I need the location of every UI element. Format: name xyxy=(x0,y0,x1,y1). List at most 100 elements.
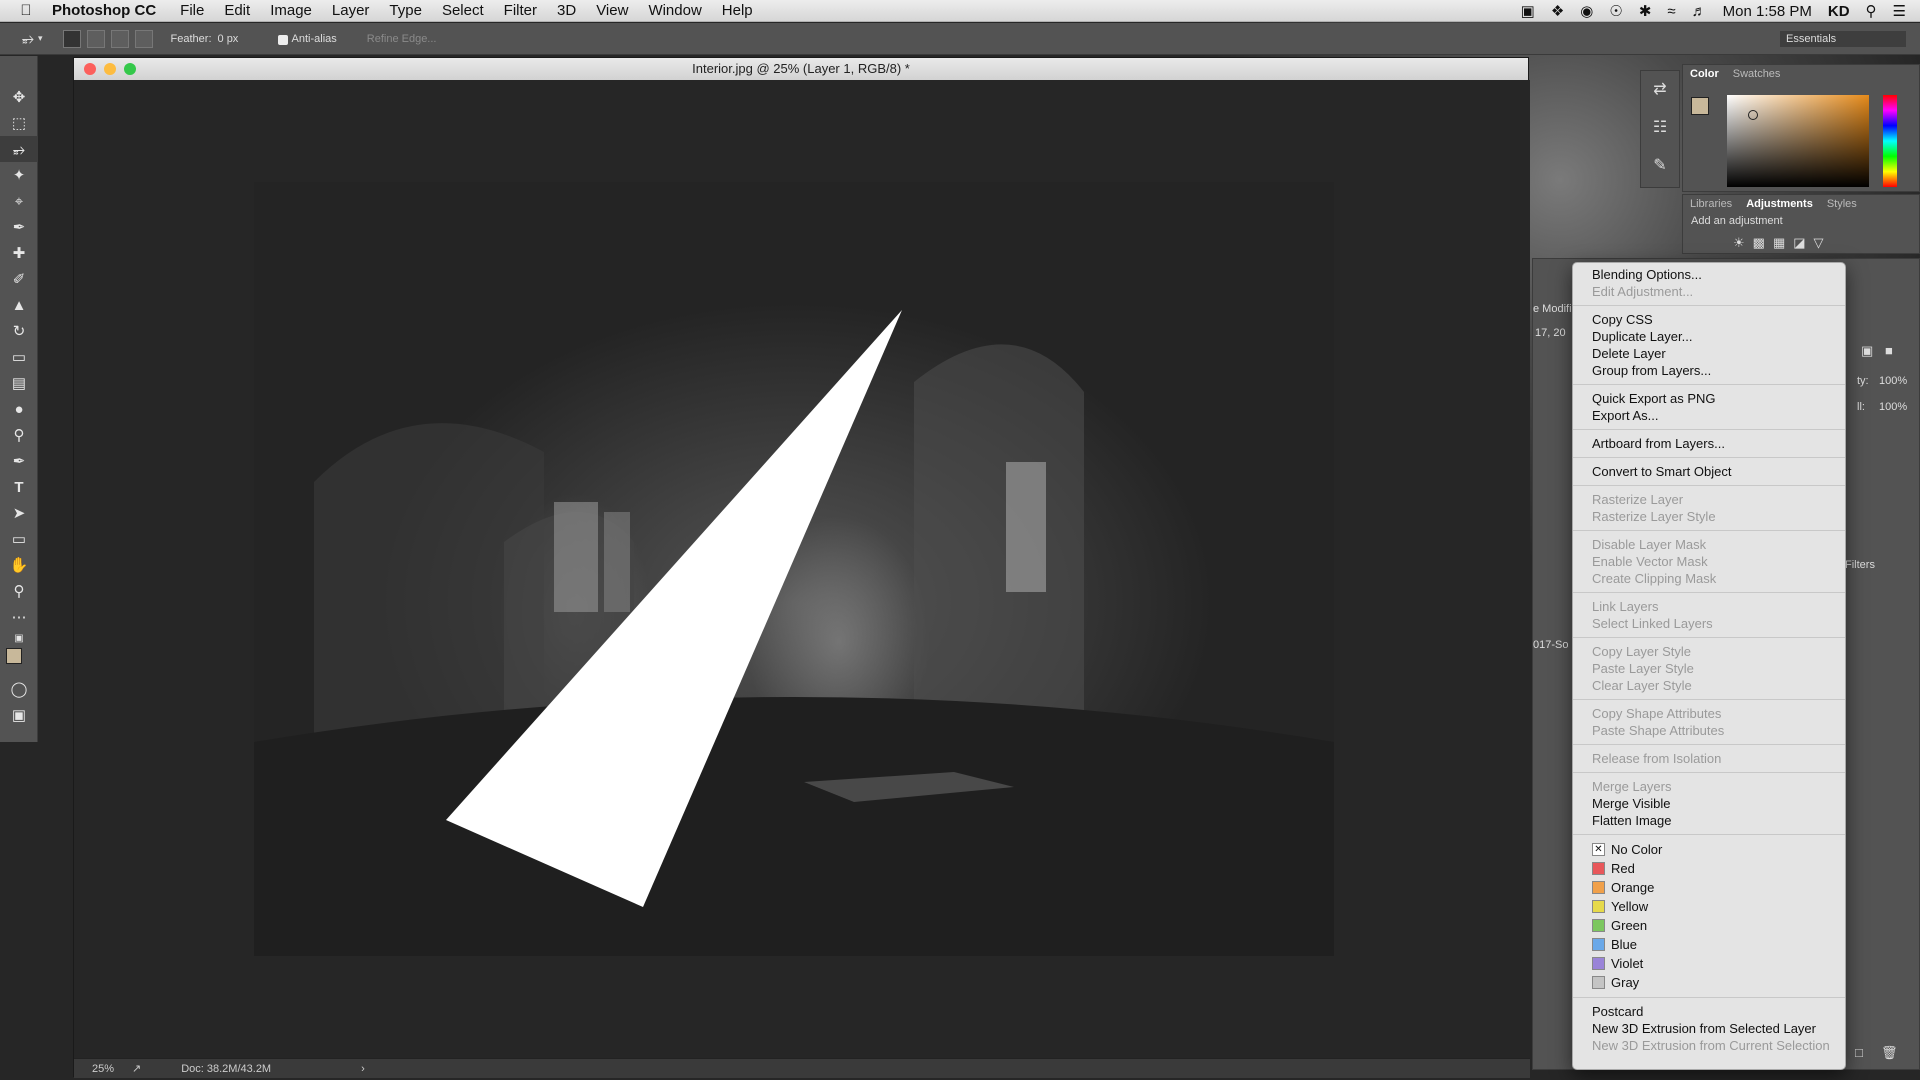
menu-select[interactable]: Select xyxy=(442,2,484,19)
menu-help[interactable]: Help xyxy=(722,2,753,19)
color-field[interactable] xyxy=(1727,95,1869,187)
menu-color-green[interactable]: Green xyxy=(1573,916,1845,935)
eyedropper-tool-icon[interactable]: ✒ xyxy=(0,214,38,240)
screen-record-icon[interactable]: ▣ xyxy=(1521,2,1535,20)
tab-swatches[interactable]: Swatches xyxy=(1726,65,1788,83)
menu-3d[interactable]: 3D xyxy=(557,2,576,19)
clone-stamp-tool-icon[interactable]: ▲ xyxy=(0,292,38,318)
crop-tool-icon[interactable]: ⌖ xyxy=(0,188,38,214)
volume-icon[interactable]: ♬ xyxy=(1692,3,1707,20)
menu-type[interactable]: Type xyxy=(389,2,422,19)
pen-tool-icon[interactable]: ✒ xyxy=(0,448,38,474)
brush-tool-icon[interactable]: ✐ xyxy=(0,266,38,292)
menu-color-orange[interactable]: Orange xyxy=(1573,878,1845,897)
exposure-icon[interactable]: ◪ xyxy=(1793,235,1805,251)
tab-color[interactable]: Color xyxy=(1683,65,1726,83)
menu-item-merge-visible[interactable]: Merge Visible xyxy=(1573,795,1845,812)
clock[interactable]: Mon 1:58 PM xyxy=(1723,3,1812,20)
zoom-window-button[interactable] xyxy=(124,63,136,75)
new-selection-button[interactable] xyxy=(62,29,81,48)
tab-libraries[interactable]: Libraries xyxy=(1683,195,1739,213)
minimize-window-button[interactable] xyxy=(104,63,116,75)
glyphs-panel-icon[interactable]: ✎ xyxy=(1641,147,1679,185)
marquee-tool-icon[interactable]: ⬚ xyxy=(0,110,38,136)
more-tools-icon[interactable]: ⋯ xyxy=(0,604,38,630)
properties-panel-icon[interactable]: ☷ xyxy=(1641,109,1679,147)
lock-icon[interactable]: ■ xyxy=(1885,343,1893,358)
export-icon[interactable]: ↗ xyxy=(132,1062,141,1075)
quick-selection-tool-icon[interactable]: ✦ xyxy=(0,162,38,188)
opacity-value[interactable]: 100% xyxy=(1879,375,1907,387)
color-picker-ring[interactable] xyxy=(1748,110,1758,120)
menu-item-artboard-from-layers[interactable]: Artboard from Layers... xyxy=(1573,435,1845,452)
menu-item-export-as[interactable]: Export As... xyxy=(1573,407,1845,424)
quick-mask-icon[interactable]: ◯ xyxy=(0,676,38,702)
status-arrow-icon[interactable]: › xyxy=(361,1063,365,1075)
color-swatch-fg[interactable] xyxy=(1691,97,1709,115)
menu-color-blue[interactable]: Blue xyxy=(1573,935,1845,954)
hue-slider[interactable] xyxy=(1883,95,1897,187)
blur-tool-icon[interactable]: ● xyxy=(0,396,38,422)
hand-tool-icon[interactable]: ✋ xyxy=(0,552,38,578)
menu-view[interactable]: View xyxy=(596,2,628,19)
menu-color-no-color[interactable]: ✕ No Color xyxy=(1573,840,1845,859)
anti-alias-checkbox[interactable] xyxy=(277,34,288,45)
brightness-icon[interactable]: ☀ xyxy=(1733,235,1745,251)
apple-icon[interactable]:  xyxy=(0,2,52,19)
menu-item-copy-css[interactable]: Copy CSS xyxy=(1573,311,1845,328)
creative-cloud-icon[interactable]: ☉ xyxy=(1609,2,1622,20)
menu-edit[interactable]: Edit xyxy=(224,2,250,19)
history-panel-icon[interactable]: ⇄ xyxy=(1641,71,1679,109)
app-name[interactable]: Photoshop CC xyxy=(52,2,156,19)
menu-item-group-from-layers[interactable]: Group from Layers... xyxy=(1573,362,1845,379)
artboard-icon[interactable]: ▣ xyxy=(1861,343,1873,359)
curves-icon[interactable]: ▦ xyxy=(1773,235,1785,251)
workspace-switcher[interactable]: Essentials xyxy=(1780,31,1906,47)
menu-file[interactable]: File xyxy=(180,2,204,19)
lasso-tool-preset-icon[interactable]: ⥵ xyxy=(22,30,34,47)
menu-item-blending-options[interactable]: Blending Options... xyxy=(1573,266,1845,283)
levels-icon[interactable]: ▩ xyxy=(1753,235,1765,251)
doc-size[interactable]: Doc: 38.2M/43.2M xyxy=(181,1063,271,1075)
chrome-icon[interactable]: ◉ xyxy=(1580,2,1593,20)
menu-filter[interactable]: Filter xyxy=(504,2,537,19)
history-brush-tool-icon[interactable]: ↻ xyxy=(0,318,38,344)
type-tool-icon[interactable]: T xyxy=(0,474,38,500)
menu-item-duplicate-layer[interactable]: Duplicate Layer... xyxy=(1573,328,1845,345)
zoom-level[interactable]: 25% xyxy=(92,1063,126,1075)
tab-styles[interactable]: Styles xyxy=(1820,195,1864,213)
default-colors-icon[interactable]: ▣ xyxy=(0,630,38,646)
preset-dropdown-icon[interactable]: ▾ xyxy=(38,33,43,44)
user-name[interactable]: KD xyxy=(1828,3,1850,20)
spotlight-search-icon[interactable]: ⚲ xyxy=(1866,2,1877,20)
menu-item-quick-export-as-png[interactable]: Quick Export as PNG xyxy=(1573,390,1845,407)
wifi-icon[interactable]: ≈ xyxy=(1667,3,1675,20)
menu-layer[interactable]: Layer xyxy=(332,2,370,19)
document-title-bar[interactable]: Interior.jpg @ 25% (Layer 1, RGB/8) * xyxy=(74,58,1528,80)
feather-input[interactable]: 0 px xyxy=(218,33,264,45)
zoom-tool-icon[interactable]: ⚲ xyxy=(0,578,38,604)
menu-image[interactable]: Image xyxy=(270,2,312,19)
path-selection-tool-icon[interactable]: ➤ xyxy=(0,500,38,526)
dodge-tool-icon[interactable]: ⚲ xyxy=(0,422,38,448)
menu-item-postcard[interactable]: Postcard xyxy=(1573,1003,1845,1020)
menu-color-yellow[interactable]: Yellow xyxy=(1573,897,1845,916)
lasso-tool-icon[interactable]: ⥵ xyxy=(0,136,38,162)
menu-item-delete-layer[interactable]: Delete Layer xyxy=(1573,345,1845,362)
move-tool-icon[interactable]: ✥ xyxy=(0,84,38,110)
menu-color-gray[interactable]: Gray xyxy=(1573,973,1845,992)
delete-layer-icon[interactable]: 🗑 xyxy=(1881,1045,1898,1061)
menu-color-violet[interactable]: Violet xyxy=(1573,954,1845,973)
menu-color-red[interactable]: Red xyxy=(1573,859,1845,878)
rectangle-tool-icon[interactable]: ▭ xyxy=(0,526,38,552)
foreground-background-swatch[interactable] xyxy=(0,646,38,676)
healing-brush-tool-icon[interactable]: ✚ xyxy=(0,240,38,266)
menu-window[interactable]: Window xyxy=(648,2,701,19)
menu-item-flatten-image[interactable]: Flatten Image xyxy=(1573,812,1845,829)
subtract-from-selection-button[interactable] xyxy=(110,29,129,48)
menu-item-new-3d-extrusion-from-selected-layer[interactable]: New 3D Extrusion from Selected Layer xyxy=(1573,1020,1845,1037)
eraser-tool-icon[interactable]: ▭ xyxy=(0,344,38,370)
intersect-selection-button[interactable] xyxy=(134,29,153,48)
interior-photo[interactable] xyxy=(254,182,1334,956)
screen-mode-icon[interactable]: ▣ xyxy=(0,702,38,728)
